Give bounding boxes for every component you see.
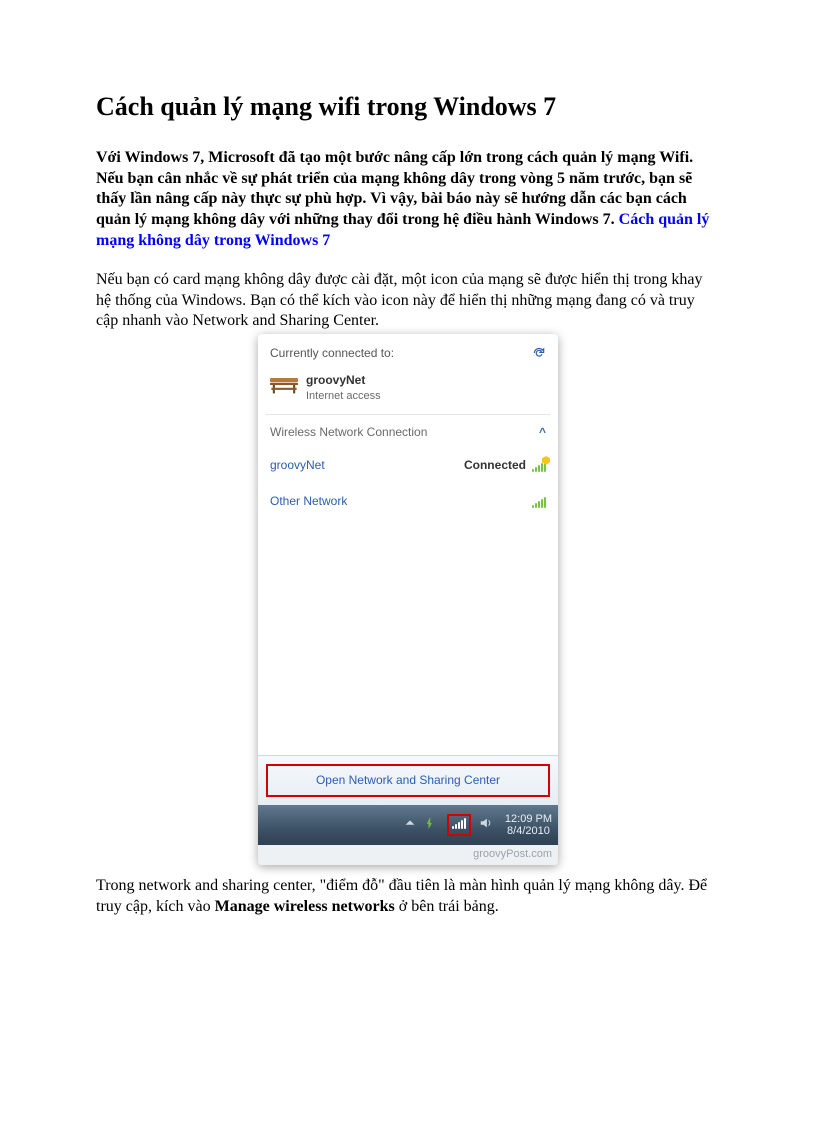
paragraph-1: Nếu bạn có card mạng không dây được cài … (96, 270, 720, 332)
screenshot-figure: Currently connected to: groovyNet (96, 334, 720, 872)
wifi-network-row[interactable]: groovyNet Connected (268, 448, 548, 484)
connected-network-row[interactable]: groovyNet Internet access (268, 373, 548, 414)
wireless-section-header[interactable]: Wireless Network Connection ^ (268, 415, 548, 449)
intro-paragraph: Với Windows 7, Microsoft đã tạo một bước… (96, 148, 720, 252)
para2-part-b: ở bên trái bảng. (395, 898, 499, 915)
page-title: Cách quản lý mạng wifi trong Windows 7 (96, 90, 720, 124)
currently-connected-label: Currently connected to: (270, 346, 394, 362)
volume-icon[interactable] (479, 816, 493, 834)
taskbar: 12:09 PM 8/4/2010 (258, 805, 558, 845)
signal-bars-icon (532, 460, 546, 472)
wifi-status-label: Connected (464, 458, 526, 474)
open-network-center-highlight: Open Network and Sharing Center (266, 764, 550, 797)
network-flyout-screenshot: Currently connected to: groovyNet (258, 334, 558, 865)
taskbar-time: 12:09 PM (505, 813, 552, 826)
para2-bold: Manage wireless networks (215, 898, 395, 915)
connected-network-sub: Internet access (306, 389, 381, 403)
network-tray-highlight (447, 814, 471, 836)
power-icon[interactable] (425, 816, 439, 834)
intro-text: Với Windows 7, Microsoft đã tạo một bước… (96, 149, 693, 228)
wireless-section-label: Wireless Network Connection (270, 425, 427, 441)
taskbar-clock[interactable]: 12:09 PM 8/4/2010 (501, 813, 552, 838)
show-hidden-icon[interactable] (403, 816, 417, 834)
open-network-center-link[interactable]: Open Network and Sharing Center (316, 773, 500, 787)
tray-icons (403, 814, 493, 836)
flyout-footer: Open Network and Sharing Center (258, 755, 558, 805)
taskbar-date: 8/4/2010 (505, 825, 552, 838)
wifi-network-row[interactable]: Other Network (268, 484, 548, 520)
refresh-icon[interactable] (532, 346, 546, 365)
flyout-spacer (268, 519, 548, 749)
chevron-up-icon: ^ (539, 425, 546, 441)
paragraph-2: Trong network and sharing center, "điểm … (96, 876, 720, 918)
bench-icon (270, 373, 298, 404)
watermark-text: groovyPost.com (258, 845, 558, 865)
signal-bars-icon (532, 496, 546, 508)
connected-network-name: groovyNet (306, 373, 381, 389)
network-tray-icon[interactable] (452, 817, 466, 833)
wifi-network-name: Other Network (270, 494, 347, 510)
wifi-network-name: groovyNet (270, 458, 325, 474)
